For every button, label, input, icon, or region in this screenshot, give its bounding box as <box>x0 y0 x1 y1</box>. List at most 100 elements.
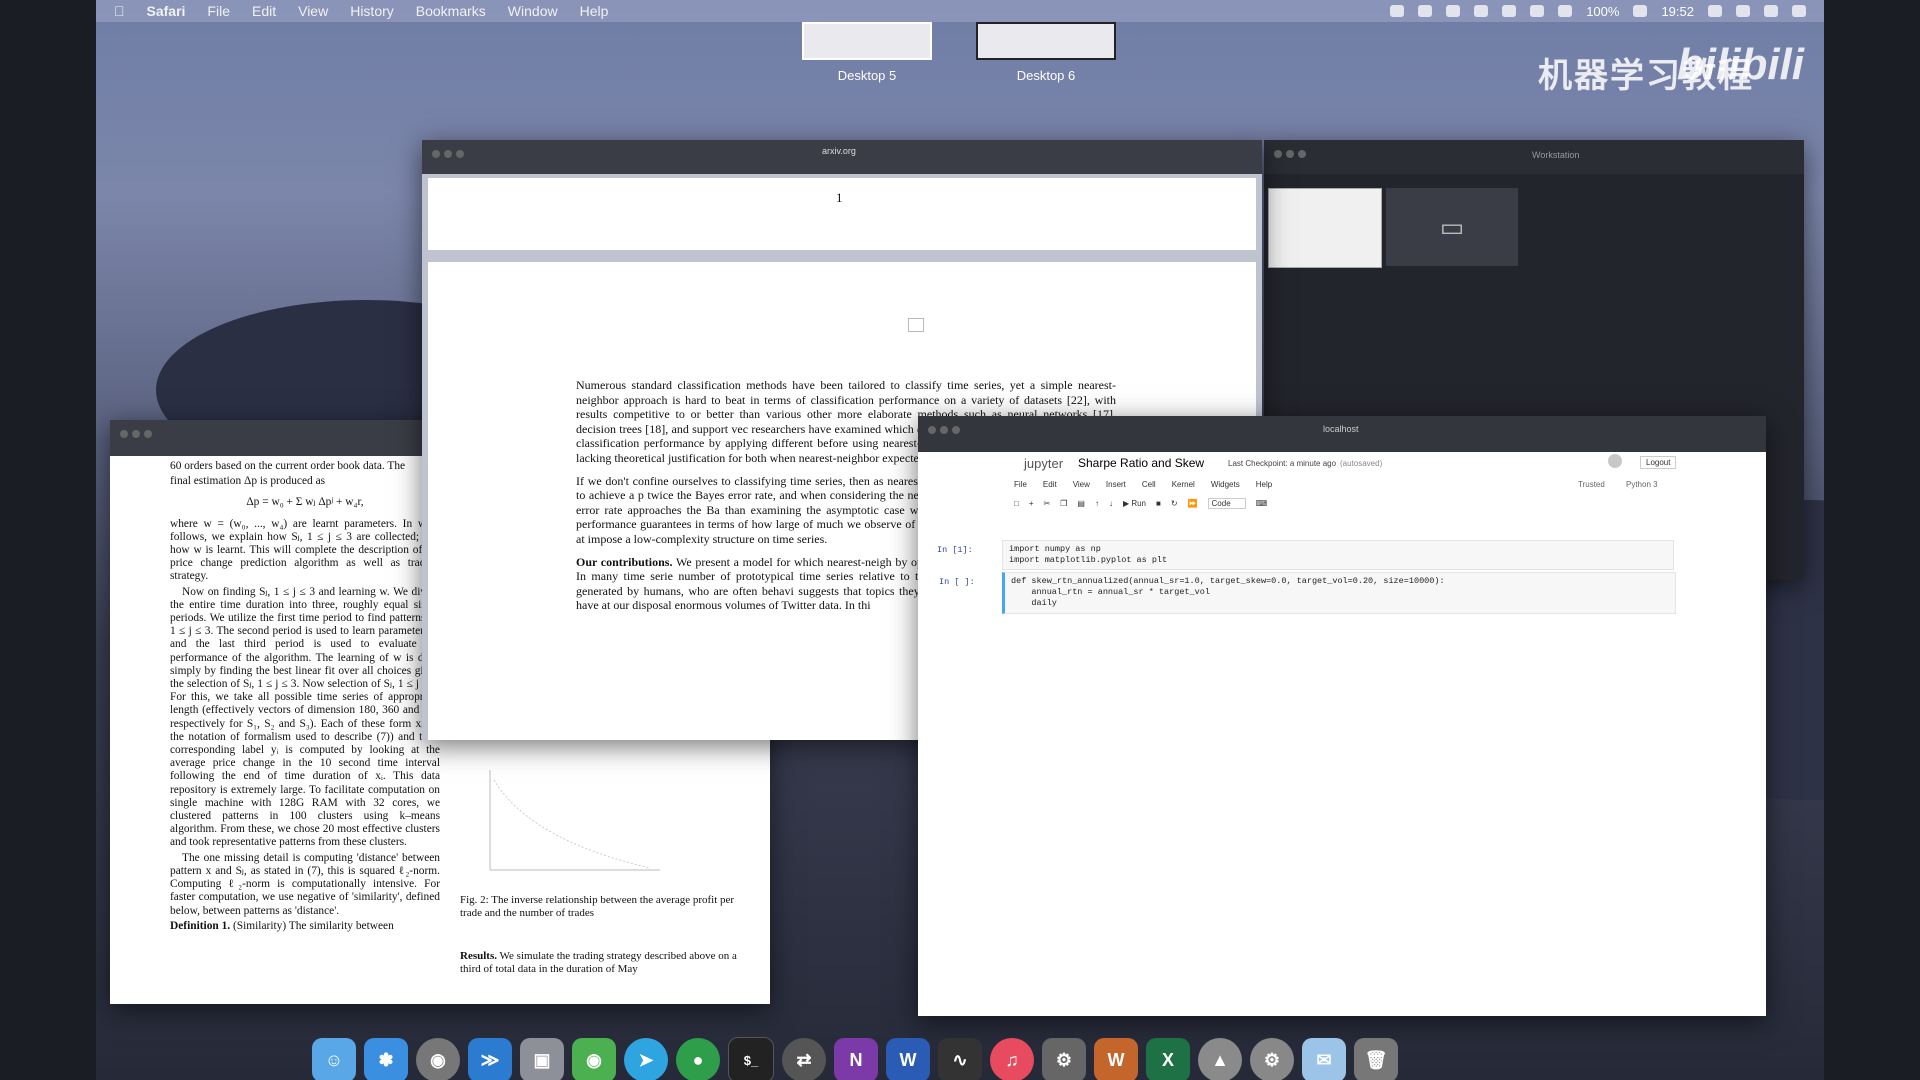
screen-thumbnail[interactable] <box>1268 188 1382 268</box>
notebook-header: jupyter Sharpe Ratio and Skew Last Check… <box>918 452 1766 532</box>
messages-icon[interactable]: ✉ <box>1302 1038 1346 1080</box>
excel-icon[interactable]: X <box>1146 1038 1190 1080</box>
menu-cell[interactable]: Cell <box>1142 480 1156 489</box>
remote-desktop-icon[interactable]: ⇄ <box>782 1038 826 1080</box>
menu-edit[interactable]: Edit <box>252 3 276 19</box>
music-icon[interactable]: ♫ <box>990 1038 1034 1080</box>
word-icon[interactable]: W <box>886 1038 930 1080</box>
save-icon[interactable]: □ <box>1014 499 1019 508</box>
space-desktop-5[interactable]: Desktop 5 <box>802 22 932 83</box>
paper-paragraph: The one missing detail is computing 'dis… <box>170 851 440 917</box>
shield-icon[interactable] <box>1418 5 1433 17</box>
jupyter-window[interactable]: localhost jupyter Sharpe Ratio and Skew … <box>918 416 1766 1016</box>
code-line: annual_rtn = annual_sr * target_vol <box>1011 587 1210 597</box>
volume-icon[interactable] <box>1474 5 1489 17</box>
fast-forward-icon[interactable]: ⏩ <box>1188 499 1198 508</box>
dock: ☺ ✽ ◉ ≫ ▣ ◉ ➤ ● $_ ⇄ N W ∿ ♫ ⚙ W X ▲ ⚙ ✉… <box>312 1036 1608 1080</box>
bilibili-logo: bilibili <box>1676 40 1804 89</box>
menu-history[interactable]: History <box>350 3 394 19</box>
finder-icon[interactable]: ☺ <box>312 1038 356 1080</box>
user-icon[interactable] <box>1708 5 1722 17</box>
add-cell-icon[interactable]: + <box>1029 499 1034 508</box>
trusted-badge[interactable]: Trusted <box>1578 480 1605 489</box>
notebook-toolbar: □ + ✂ ❐ ▤ ↑ ↓ ▶ Run ■ ↻ ⏩ Code ⌨ <box>1014 498 1267 509</box>
input-icon[interactable] <box>1558 5 1573 17</box>
logout-button[interactable]: Logout <box>1640 456 1677 469</box>
figure-caption: Fig. 2: The inverse relationship between… <box>460 894 735 919</box>
monitor-icon[interactable]: ▭ <box>1386 188 1518 266</box>
space-desktop-6[interactable]: Desktop 6 <box>976 22 1116 83</box>
wechat-icon[interactable]: ◉ <box>572 1038 616 1080</box>
battery-icon[interactable] <box>1633 5 1648 17</box>
space-thumbnail <box>802 22 932 60</box>
launcher-icon[interactable]: ▲ <box>1198 1038 1242 1080</box>
menu-bookmarks[interactable]: Bookmarks <box>416 3 486 19</box>
menu-file[interactable]: File <box>207 3 230 19</box>
wifi-icon[interactable] <box>1530 5 1545 17</box>
safari-icon[interactable]: ✽ <box>364 1038 408 1080</box>
copy-icon[interactable]: ❐ <box>1060 499 1067 508</box>
display-icon[interactable] <box>1502 5 1517 17</box>
menu-battery[interactable]: 100% <box>1586 4 1619 19</box>
move-up-icon[interactable]: ↑ <box>1095 499 1099 508</box>
results-text: We simulate the trading strategy describ… <box>460 950 737 975</box>
paste-icon[interactable]: ▤ <box>1077 499 1085 508</box>
menu-help[interactable]: Help <box>1256 480 1272 489</box>
settings-icon[interactable]: ⚙ <box>1250 1038 1294 1080</box>
run-button[interactable]: ▶ Run <box>1123 499 1146 508</box>
menu-help[interactable]: Help <box>580 3 609 19</box>
restart-icon[interactable]: ↻ <box>1171 499 1178 508</box>
trash-icon[interactable]: 🗑 <box>1354 1038 1398 1080</box>
notebook-menu: File Edit View Insert Cell Kernel Widget… <box>1014 480 1272 489</box>
python-logo-icon <box>1608 454 1622 468</box>
menu-view[interactable]: View <box>298 3 328 19</box>
window-title: localhost <box>1323 424 1359 434</box>
telegram-icon[interactable]: ➤ <box>624 1038 668 1080</box>
vscode-icon[interactable]: ≫ <box>468 1038 512 1080</box>
system-icon[interactable]: ⚙ <box>1042 1038 1086 1080</box>
results-label: Results. <box>460 950 497 962</box>
paper-line: 60 orders based on the current order boo… <box>170 460 406 472</box>
contributions-label: Our contributions. <box>576 554 673 569</box>
menu-app-name[interactable]: Safari <box>147 3 186 19</box>
jupyter-logo[interactable]: jupyter <box>1024 456 1063 471</box>
menu-window[interactable]: Window <box>508 3 558 19</box>
equation: Δp = w₀ + Σ wⱼ Δpʲ + w₄r, <box>246 496 364 509</box>
code-line: import numpy as np <box>1009 544 1101 554</box>
menu-file[interactable]: File <box>1014 480 1027 489</box>
bluetooth-icon[interactable] <box>1446 5 1461 17</box>
menu-clock[interactable]: 19:52 <box>1661 4 1694 19</box>
cut-icon[interactable]: ✂ <box>1044 499 1051 508</box>
results-paragraph: Results. We simulate the trading strateg… <box>460 950 750 976</box>
menu-kernel[interactable]: Kernel <box>1172 480 1195 489</box>
terminal-icon[interactable]: $_ <box>728 1037 774 1080</box>
menu-widgets[interactable]: Widgets <box>1211 480 1240 489</box>
onenote-icon[interactable]: N <box>834 1038 878 1080</box>
writer-icon[interactable]: W <box>1094 1038 1138 1080</box>
chrome-icon[interactable]: ◉ <box>416 1038 460 1080</box>
preview-icon[interactable]: ▣ <box>520 1038 564 1080</box>
siri-icon[interactable] <box>1764 5 1778 17</box>
keyboard-icon[interactable]: ⌨ <box>1256 499 1268 508</box>
apple-icon[interactable]:  <box>114 3 125 19</box>
notification-center-icon[interactable] <box>1792 5 1806 17</box>
move-down-icon[interactable]: ↓ <box>1109 499 1113 508</box>
code-line: def skew_rtn_annualized(annual_sr=1.0, t… <box>1011 576 1445 586</box>
definition-label: Definition 1. <box>170 919 231 932</box>
notebook-title[interactable]: Sharpe Ratio and Skew <box>1078 456 1204 470</box>
activity-monitor-icon[interactable]: ∿ <box>938 1038 982 1080</box>
url-label[interactable]: arxiv.org <box>822 146 856 156</box>
menu-edit[interactable]: Edit <box>1043 480 1057 489</box>
code-cell-active[interactable]: In [ ]: def skew_rtn_annualized(annual_s… <box>939 572 1676 614</box>
code-cell[interactable]: In [1]: import numpy as np import matplo… <box>937 540 1674 570</box>
menu-view[interactable]: View <box>1073 480 1090 489</box>
stop-icon[interactable]: ■ <box>1156 499 1161 508</box>
search-icon[interactable] <box>1736 5 1750 17</box>
menu-insert[interactable]: Insert <box>1106 480 1126 489</box>
desktop:  Safari File Edit View History Bookmark… <box>96 0 1824 1080</box>
cell-type-select[interactable]: Code <box>1207 498 1246 509</box>
evernote-icon[interactable]: ● <box>676 1038 720 1080</box>
run-label: Run <box>1131 499 1147 508</box>
tab-label[interactable]: Workstation <box>1532 150 1579 160</box>
status-icon[interactable] <box>1390 5 1405 17</box>
